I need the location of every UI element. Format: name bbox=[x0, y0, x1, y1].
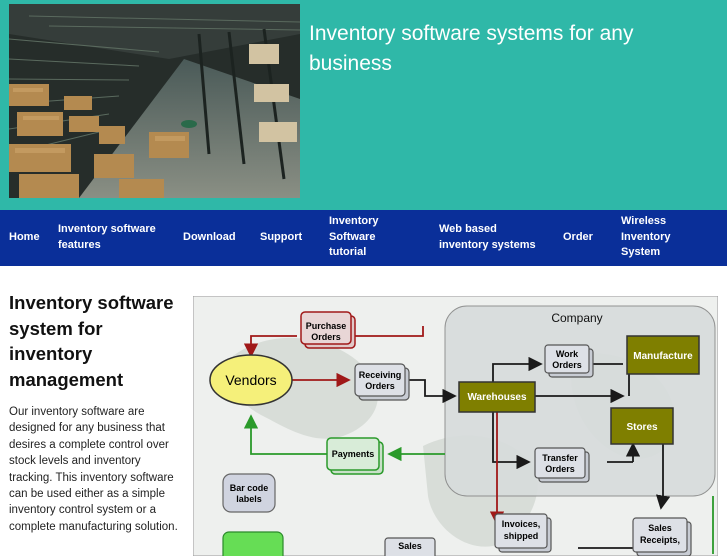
purchase-orders-label-2: Orders bbox=[311, 332, 341, 342]
inventory-flow-diagram: Company Purchase Orders Vendors Receivin… bbox=[193, 296, 718, 556]
barcode-label-2: labels bbox=[236, 494, 262, 504]
invoices-label-2: shipped bbox=[504, 531, 539, 541]
warehouses-node[interactable]: Warehouses bbox=[458, 381, 536, 413]
company-label: Company bbox=[551, 311, 602, 325]
invoices-label-1: Invoices, bbox=[502, 519, 541, 529]
intro-paragraph: Our inventory software are designed for … bbox=[9, 406, 178, 533]
vendors-node[interactable]: Vendors bbox=[209, 354, 293, 406]
purchase-orders-label-1: Purchase bbox=[306, 321, 347, 331]
sales-receipts-node[interactable]: Sales Receipts, bbox=[632, 517, 692, 556]
receiving-orders-node[interactable]: Receiving Orders bbox=[354, 363, 410, 401]
invoices-node[interactable]: Invoices, shipped bbox=[494, 513, 552, 553]
nav-home[interactable]: Home bbox=[9, 230, 40, 246]
warehouses-label: Warehouses bbox=[467, 392, 527, 403]
page-heading: Inventory software system for inventory … bbox=[9, 292, 174, 390]
vendors-label: Vendors bbox=[225, 372, 276, 388]
barcode-labels-node[interactable]: Bar code labels bbox=[222, 473, 276, 513]
nav-support[interactable]: Support bbox=[260, 230, 302, 246]
green-node bbox=[222, 531, 284, 556]
site-header: Inventory software systems for any busin… bbox=[0, 0, 727, 210]
receiving-orders-label-2: Orders bbox=[365, 381, 395, 391]
sales-receipts-label-1: Sales bbox=[648, 523, 672, 533]
receiving-orders-label-1: Receiving bbox=[359, 370, 402, 380]
nav-features[interactable]: Inventory software features bbox=[58, 222, 166, 253]
main-nav: Home Inventory software features Downloa… bbox=[0, 210, 727, 266]
work-orders-node[interactable]: Work Orders bbox=[544, 344, 594, 378]
transfer-orders-label-2: Orders bbox=[545, 464, 575, 474]
sales-receipts-label-2: Receipts, bbox=[640, 535, 680, 545]
payments-node[interactable]: Payments bbox=[326, 437, 384, 475]
work-orders-label-1: Work bbox=[556, 349, 579, 359]
warehouse-photo bbox=[9, 4, 300, 198]
nav-tutorial[interactable]: Inventory Software tutorial bbox=[329, 214, 391, 261]
sales-node-partial[interactable]: Sales bbox=[384, 537, 436, 556]
purchase-orders-node[interactable]: Purchase Orders bbox=[300, 311, 356, 349]
payments-label: Payments bbox=[332, 449, 375, 459]
nav-wireless[interactable]: Wireless Inventory System bbox=[621, 214, 681, 261]
manufacture-node[interactable]: Manufacture bbox=[626, 335, 700, 375]
manufacture-label: Manufacture bbox=[633, 351, 693, 362]
site-title: Inventory software systems for any busin… bbox=[309, 22, 634, 76]
transfer-orders-node[interactable]: Transfer Orders bbox=[534, 447, 590, 483]
sales-partial-label: Sales bbox=[398, 541, 422, 551]
transfer-orders-label-1: Transfer bbox=[542, 453, 578, 463]
work-orders-label-2: Orders bbox=[552, 360, 582, 370]
nav-order[interactable]: Order bbox=[563, 230, 593, 246]
nav-download[interactable]: Download bbox=[183, 230, 236, 246]
stores-node[interactable]: Stores bbox=[610, 407, 674, 445]
nav-web-based[interactable]: Web based inventory systems bbox=[439, 222, 549, 253]
stores-label: Stores bbox=[626, 422, 658, 433]
barcode-label-1: Bar code bbox=[230, 483, 269, 493]
